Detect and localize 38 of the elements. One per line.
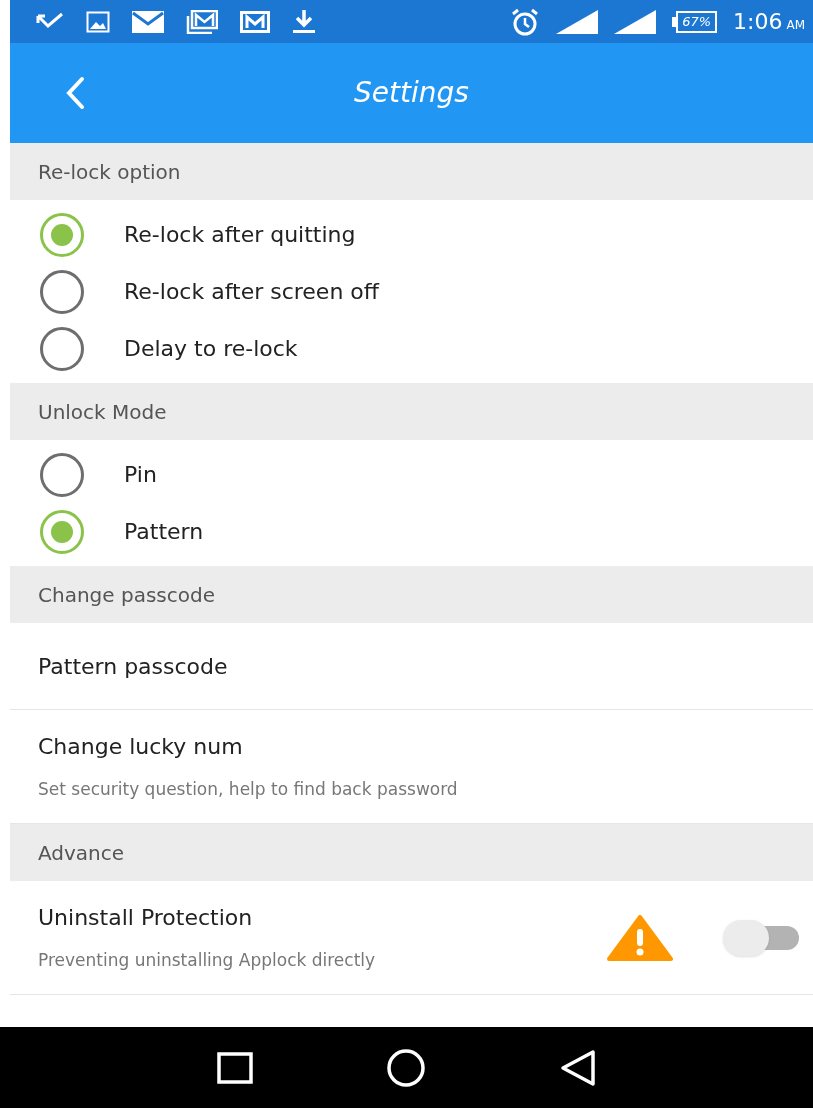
section-header: Change passcode <box>10 566 813 623</box>
home-icon[interactable] <box>385 1047 426 1088</box>
section-header: Re-lock option <box>10 143 813 200</box>
back-icon <box>65 76 85 110</box>
mail-icon <box>132 10 164 33</box>
option-label[interactable]: Re-lock after screen off <box>124 275 379 308</box>
download-icon <box>292 8 316 35</box>
clock-ampm: AM <box>786 17 805 34</box>
image-icon <box>86 10 110 33</box>
clock-time: 1:06 <box>733 8 783 36</box>
signal-icon <box>614 9 657 34</box>
mail-icon <box>240 10 270 33</box>
option-label[interactable]: Re-lock after quitting <box>124 218 356 251</box>
back-nav-icon[interactable] <box>558 1048 597 1087</box>
alarm-icon <box>510 6 541 37</box>
option-label[interactable]: Delay to re-lock <box>124 332 298 365</box>
row-title: Pattern passcode <box>38 652 229 681</box>
signal-icon <box>556 9 599 34</box>
radio-button[interactable] <box>40 452 84 497</box>
option-label[interactable]: Pin <box>124 458 157 491</box>
app-bar-title: Settings <box>353 75 470 111</box>
row-title: Change lucky num <box>38 733 244 762</box>
option-label[interactable]: Pattern <box>124 515 204 548</box>
settings-row[interactable]: Pattern passcode <box>10 623 813 710</box>
mail-stack-icon <box>186 9 218 34</box>
row-subtitle: Set security question, help to find back password <box>38 778 459 802</box>
radio-button[interactable] <box>40 326 84 371</box>
battery-indicator: 67% <box>672 10 718 33</box>
radio-button[interactable] <box>40 269 84 314</box>
radio-button[interactable] <box>40 509 84 554</box>
row-subtitle: Preventing uninstalling Applock directly <box>38 949 377 973</box>
section-header: Unlock Mode <box>10 383 813 440</box>
section-header: Advance <box>10 824 813 881</box>
recents-icon[interactable] <box>216 1051 253 1084</box>
settings-row[interactable]: Uninstall Protection Preventing uninstalling Applock directly <box>10 881 813 995</box>
radio-button[interactable] <box>40 212 84 257</box>
row-title: Uninstall Protection <box>38 904 254 933</box>
toggle-switch[interactable] <box>723 919 799 956</box>
